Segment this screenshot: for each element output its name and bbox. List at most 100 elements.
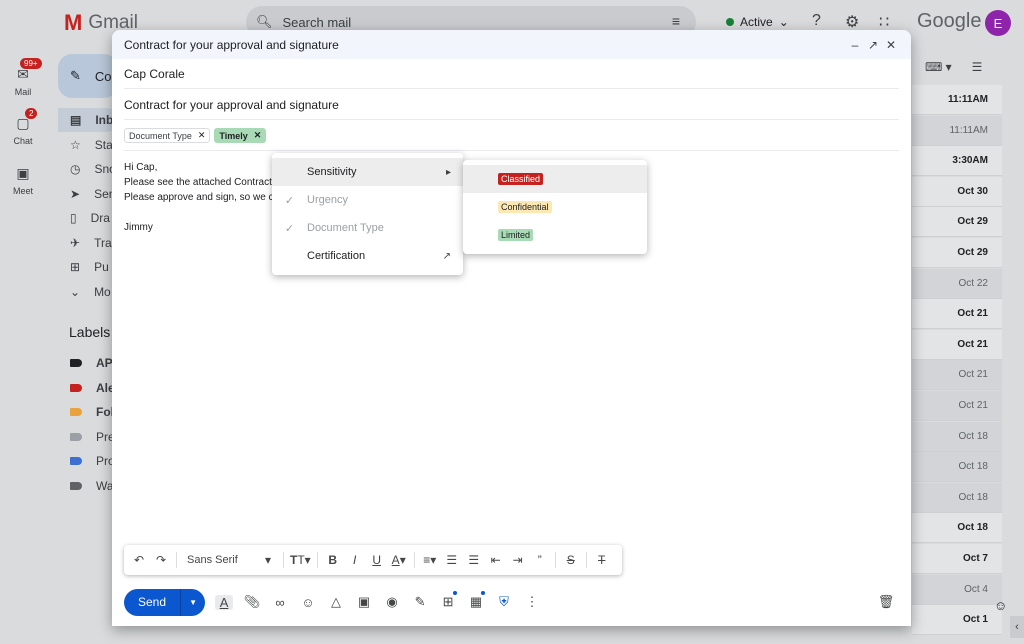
trash-icon[interactable]: 🗑︎ [877,594,895,610]
signature-icon[interactable]: ✎ [411,594,429,610]
menu-item-sensitivity[interactable]: Sensitivity ▸ [272,158,463,186]
numbered-list-icon[interactable]: ☰ [443,553,461,567]
label-chip[interactable]: Timely ✕ [214,128,267,143]
mail-row[interactable]: 11:11AM [912,115,1002,146]
layouts-icon[interactable]: ⊞ [439,591,458,610]
mail-row[interactable]: Oct 21 [912,329,1002,360]
attach-icon[interactable]: 📎︎ [243,594,261,610]
message-body[interactable]: Hi Cap, Please see the attached Contract… [124,160,275,235]
menu-item-document-type[interactable]: ✓ Document Type [272,214,463,242]
mail-row[interactable]: Oct 30 [912,176,1002,207]
compose-button[interactable]: ✎ Co [58,54,118,98]
mail-row[interactable]: Oct 22 [912,268,1002,299]
sidebar-item[interactable]: ☆ Sta [58,133,118,157]
mail-row[interactable]: 11:11AM [912,85,1002,115]
mail-row[interactable]: Oct 21 [912,391,1002,421]
divider [585,552,587,568]
sensitivity-option[interactable]: Limited [463,221,647,249]
close-icon[interactable]: ✕ [883,38,899,52]
label-chip[interactable]: Document Type ✕ [124,128,211,143]
send-button[interactable]: Send [124,588,182,616]
google-logo[interactable]: Google [917,10,982,33]
formatting-options-icon[interactable]: A [215,594,234,610]
mail-row[interactable]: Oct 21 [912,360,1002,391]
photo-icon[interactable]: ▣ [355,594,373,610]
help-icon[interactable]: ? [812,12,821,30]
avatar[interactable]: E [985,10,1011,36]
search-icon[interactable]: 🔍︎ [256,14,273,30]
sensitivity-label: Confidential [498,201,552,213]
sidebar-item[interactable]: ◷ Sno [58,157,118,181]
label-item[interactable]: Pro [70,454,115,468]
align-icon[interactable]: ≡▾ [421,553,439,567]
sidebar-item[interactable]: ✈ Tra [58,231,118,255]
indent-less-icon[interactable]: ⇤ [487,553,505,567]
strikethrough-icon[interactable]: S [562,553,580,567]
input-tools-icon[interactable]: ⌨ ▾ ☰ [925,60,982,74]
indent-more-icon[interactable]: ⇥ [509,553,527,567]
sidebar-item[interactable]: ▯ Dra [58,206,118,230]
confidential-mode-icon[interactable]: ◉ [383,594,401,610]
mail-row[interactable]: Oct 29 [912,207,1002,238]
sidebar-item[interactable]: ➤ Sen [58,182,118,206]
label-item[interactable]: Wa [70,479,114,493]
text-color-icon[interactable]: A▾ [390,553,408,567]
bold-icon[interactable]: B [324,553,342,567]
calendar-icon[interactable]: ▦ [467,591,486,610]
sensitivity-option[interactable]: Classified [463,165,647,193]
drive-icon[interactable]: △ [327,594,345,610]
mail-row[interactable]: Oct 29 [912,238,1002,268]
sensitivity-option[interactable]: Confidential [463,193,647,221]
label-item[interactable]: Ale [70,381,115,395]
remove-chip-icon[interactable]: ✕ [254,130,262,141]
sidebar-item[interactable]: ▤ Inb [58,108,118,132]
apps-grid-icon[interactable]: ∷ [879,12,889,32]
italic-icon[interactable]: I [346,553,364,567]
menu-item-certification[interactable]: Certification ↗ [272,242,463,270]
mail-row[interactable]: Oct 18 [912,452,1002,483]
label-item[interactable]: AP [70,356,113,370]
quote-icon[interactable]: ” [531,553,549,567]
side-panel-toggle[interactable]: ‹ [1010,616,1024,638]
sidebar-item[interactable]: ⌄ Mo [58,280,118,304]
bulleted-list-icon[interactable]: ☰ [465,553,483,567]
menu-item-urgency[interactable]: ✓ Urgency [272,186,463,214]
mail-row[interactable]: Oct 18 [912,482,1002,513]
mail-row[interactable]: Oct 1 [912,605,1002,636]
mail-row[interactable]: Oct 21 [912,299,1002,330]
remove-chip-icon[interactable]: ✕ [198,130,206,141]
mail-row[interactable]: Oct 18 [912,513,1002,544]
rail-chat[interactable]: ▢ Chat [0,115,46,146]
schedule-send-dropdown[interactable]: ▼ [181,589,205,616]
underline-icon[interactable]: U [368,553,386,567]
more-options-icon[interactable]: ⋮ [523,594,541,610]
minimize-icon[interactable]: – [847,38,863,52]
recipient[interactable]: Cap Corale [124,67,185,81]
font-select[interactable]: Sans Serif [183,554,255,566]
emoji-icon[interactable]: ☺ [299,595,317,610]
subject-field[interactable]: Contract for your approval and signature [124,90,899,120]
remove-formatting-icon[interactable]: T [593,553,611,567]
redo-icon[interactable]: ↷ [152,553,170,567]
mail-row[interactable]: 3:30AM [912,146,1002,177]
support-icon[interactable]: ☺ [994,598,1007,613]
search-options-icon[interactable]: ≡ [672,13,680,29]
link-icon[interactable]: ∞ [271,595,289,610]
cart-icon: ⊞ [70,260,81,274]
sidebar-item[interactable]: ⊞ Pu [58,255,118,279]
exit-fullscreen-icon[interactable]: ↗ [865,38,881,52]
label-item[interactable]: Pre [70,430,115,444]
label-item[interactable]: Fol [70,405,114,419]
mail-row[interactable]: Oct 18 [912,421,1002,452]
undo-icon[interactable]: ↶ [130,553,148,567]
gear-icon[interactable]: ⚙ [845,12,859,32]
mail-row[interactable]: Oct 4 [912,574,1002,605]
shield-icon[interactable]: ⛨ [495,594,513,610]
rail-meet[interactable]: ▣ Meet [0,165,46,196]
compose-header[interactable]: Contract for your approval and signature… [112,30,911,59]
font-dropdown-icon[interactable]: ▾ [259,553,277,567]
rail-mail[interactable]: ✉ Mail [0,66,46,97]
mail-row[interactable]: Oct 7 [912,544,1002,574]
to-field[interactable]: Cap Corale [124,59,899,89]
text-size-icon[interactable]: TT▾ [290,553,311,567]
